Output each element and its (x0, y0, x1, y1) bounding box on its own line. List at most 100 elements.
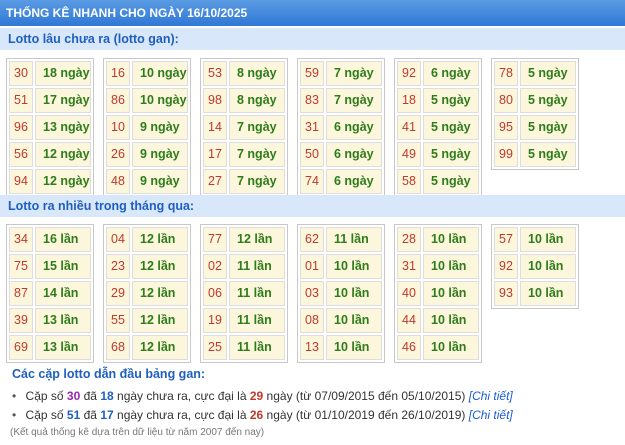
lotto-number[interactable]: 40 (397, 281, 421, 306)
freq-column: 28 10 lần 31 10 lần 40 10 lần 44 10 lần 46 10 lần (394, 224, 482, 363)
lotto-number[interactable]: 19 (203, 308, 227, 333)
lotto-number[interactable]: 23 (106, 254, 130, 279)
list-item: 83 7 ngày (300, 88, 382, 113)
lotto-number[interactable]: 92 (494, 254, 518, 279)
lotto-number[interactable]: 68 (106, 335, 130, 360)
lotto-count: 5 ngày (520, 61, 576, 86)
lotto-number[interactable]: 28 (397, 227, 421, 252)
lotto-number[interactable]: 01 (300, 254, 324, 279)
lotto-number[interactable]: 25 (203, 335, 227, 360)
lotto-count: 17 ngày (35, 88, 91, 113)
list-item: 28 10 lần (397, 227, 479, 252)
lotto-number[interactable]: 16 (106, 61, 130, 86)
lotto-count: 12 lần (132, 227, 188, 252)
list-item: 77 12 lần (203, 227, 285, 252)
lotto-number[interactable]: 96 (9, 115, 33, 140)
lotto-number[interactable]: 26 (106, 142, 130, 167)
lotto-number[interactable]: 48 (106, 169, 130, 194)
lotto-number[interactable]: 87 (9, 281, 33, 306)
bullet-icon: • (12, 389, 17, 403)
lotto-number[interactable]: 13 (300, 335, 324, 360)
data-footnote: (Kết quả thống kê dựa trên dữ liệu từ nă… (10, 427, 265, 438)
lotto-number[interactable]: 29 (106, 281, 130, 306)
lotto-count: 10 lần (520, 281, 576, 306)
lotto-count: 18 ngày (35, 61, 91, 86)
lotto-number[interactable]: 57 (494, 227, 518, 252)
lotto-number[interactable]: 31 (397, 254, 421, 279)
lotto-number[interactable]: 53 (203, 61, 227, 86)
list-item: 98 8 ngày (203, 88, 285, 113)
lotto-number[interactable]: 30 (9, 61, 33, 86)
list-item: 30 18 ngày (9, 61, 91, 86)
lotto-frequent-grid: 34 16 lần 75 15 lần 87 14 lần 39 13 lần 69 13 lần… (6, 224, 579, 363)
lotto-number[interactable]: 27 (203, 169, 227, 194)
lotto-count: 10 lần (326, 254, 382, 279)
lotto-number[interactable]: 39 (9, 308, 33, 333)
lotto-number[interactable]: 10 (106, 115, 130, 140)
lotto-count: 12 lần (132, 335, 188, 360)
lotto-number[interactable]: 17 (203, 142, 227, 167)
lotto-number[interactable]: 41 (397, 115, 421, 140)
lotto-number[interactable]: 92 (397, 61, 421, 86)
lotto-number[interactable]: 55 (106, 308, 130, 333)
lotto-count: 13 ngày (35, 115, 91, 140)
lotto-number[interactable]: 50 (300, 142, 324, 167)
lotto-number[interactable]: 62 (300, 227, 324, 252)
lotto-count: 12 ngày (35, 169, 91, 194)
lotto-number[interactable]: 06 (203, 281, 227, 306)
pair-line-1: • Cặp số 30 đã 18 ngày chưa ra, cực đại … (10, 387, 622, 406)
lotto-number[interactable]: 86 (106, 88, 130, 113)
list-item: 59 7 ngày (300, 61, 382, 86)
lotto-number[interactable]: 74 (300, 169, 324, 194)
lotto-count: 5 ngày (520, 142, 576, 167)
list-item: 46 10 lần (397, 335, 479, 360)
lotto-count: 7 ngày (326, 88, 382, 113)
lotto-number[interactable]: 75 (9, 254, 33, 279)
detail-link[interactable]: [Chi tiết] (469, 389, 513, 403)
lotto-number[interactable]: 95 (494, 115, 518, 140)
lotto-count: 11 lần (326, 227, 382, 252)
lotto-count: 10 lần (423, 281, 479, 306)
lotto-count: 7 ngày (229, 115, 285, 140)
list-item: 96 13 ngày (9, 115, 91, 140)
list-item: 18 5 ngày (397, 88, 479, 113)
lotto-number[interactable]: 78 (494, 61, 518, 86)
lotto-number[interactable]: 34 (9, 227, 33, 252)
detail-link[interactable]: [Chi tiết] (469, 408, 513, 422)
list-item: 49 5 ngày (397, 142, 479, 167)
lotto-number[interactable]: 83 (300, 88, 324, 113)
lotto-number[interactable]: 18 (397, 88, 421, 113)
lotto-number[interactable]: 02 (203, 254, 227, 279)
list-item: 39 13 lần (9, 308, 91, 333)
lotto-number[interactable]: 58 (397, 169, 421, 194)
lotto-number[interactable]: 44 (397, 308, 421, 333)
lotto-number[interactable]: 56 (9, 142, 33, 167)
lotto-number[interactable]: 77 (203, 227, 227, 252)
pair-range: ngày (từ 07/09/2015 đến 05/10/2015) (266, 389, 466, 403)
lotto-number[interactable]: 99 (494, 142, 518, 167)
lotto-number[interactable]: 94 (9, 169, 33, 194)
lotto-count: 9 ngày (132, 169, 188, 194)
lotto-number[interactable]: 46 (397, 335, 421, 360)
lotto-number[interactable]: 59 (300, 61, 324, 86)
lotto-number[interactable]: 80 (494, 88, 518, 113)
bullet-icon: • (12, 408, 17, 422)
lotto-count: 5 ngày (423, 115, 479, 140)
lotto-number[interactable]: 98 (203, 88, 227, 113)
lotto-number[interactable]: 08 (300, 308, 324, 333)
lotto-number[interactable]: 31 (300, 115, 324, 140)
gan-column: 30 18 ngày 51 17 ngày 96 13 ngày 56 12 ngày 94 12… (6, 58, 94, 197)
lotto-number[interactable]: 69 (9, 335, 33, 360)
lotto-number[interactable]: 14 (203, 115, 227, 140)
lotto-number[interactable]: 03 (300, 281, 324, 306)
lotto-number[interactable]: 51 (9, 88, 33, 113)
list-item: 26 9 ngày (106, 142, 188, 167)
lotto-number[interactable]: 04 (106, 227, 130, 252)
pair-text: đã (83, 408, 97, 422)
pair-days: 17 (100, 408, 114, 422)
lotto-count: 10 ngày (132, 88, 188, 113)
lotto-number[interactable]: 93 (494, 281, 518, 306)
lotto-count: 5 ngày (520, 88, 576, 113)
lotto-number[interactable]: 49 (397, 142, 421, 167)
pair-text: đã (83, 389, 97, 403)
